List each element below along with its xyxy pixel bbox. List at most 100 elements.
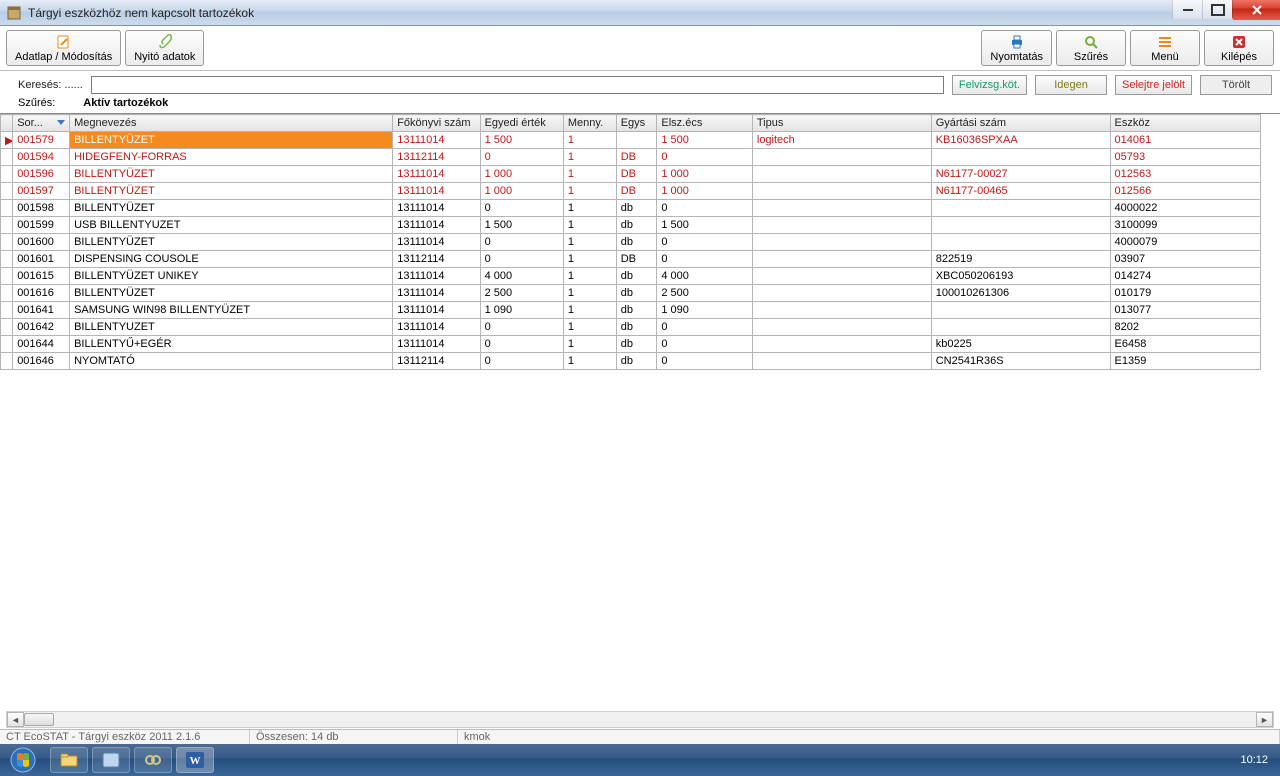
- table-row[interactable]: 001641SAMSUNG WIN98 BILLENTYÜZET13111014…: [1, 302, 1261, 319]
- cell[interactable]: db: [616, 319, 657, 336]
- cell[interactable]: CN2541R36S: [931, 353, 1110, 370]
- cell[interactable]: logitech: [752, 132, 931, 149]
- cell[interactable]: 0: [480, 234, 563, 251]
- cell[interactable]: 13111014: [393, 132, 480, 149]
- cell[interactable]: SAMSUNG WIN98 BILLENTYÜZET: [70, 302, 393, 319]
- cell[interactable]: [1, 149, 13, 166]
- nyito-adatok-button[interactable]: Nyitó adatok: [125, 30, 204, 66]
- cell[interactable]: 4000079: [1110, 234, 1260, 251]
- cell[interactable]: db: [616, 217, 657, 234]
- legend-felvizsg-button[interactable]: Felvizsg.köt.: [952, 75, 1027, 95]
- cell[interactable]: 001596: [13, 166, 70, 183]
- scroll-left-button[interactable]: ◄: [7, 712, 24, 727]
- cell[interactable]: [1, 302, 13, 319]
- table-row[interactable]: 001596BILLENTYÜZET131110141 0001DB1 000N…: [1, 166, 1261, 183]
- taskbar-item-app1[interactable]: [92, 747, 130, 773]
- cell[interactable]: 1 000: [657, 183, 753, 200]
- cell[interactable]: 001579: [13, 132, 70, 149]
- cell[interactable]: [752, 268, 931, 285]
- cell[interactable]: 0: [657, 251, 753, 268]
- cell[interactable]: 03907: [1110, 251, 1260, 268]
- cell[interactable]: BILLENTYÜZET: [70, 132, 393, 149]
- cell[interactable]: 0: [657, 149, 753, 166]
- cell[interactable]: [1, 183, 13, 200]
- taskbar-item-explorer[interactable]: [50, 747, 88, 773]
- system-tray[interactable]: 10:12: [1240, 754, 1276, 766]
- window-minimize-button[interactable]: [1172, 0, 1202, 20]
- cell[interactable]: 13111014: [393, 302, 480, 319]
- cell[interactable]: XBC050206193: [931, 268, 1110, 285]
- cell[interactable]: BILLENTYÜZET UNIKEY: [70, 268, 393, 285]
- col-gyartasi[interactable]: Gyártási szám: [931, 115, 1110, 132]
- cell[interactable]: 014274: [1110, 268, 1260, 285]
- cell[interactable]: [931, 302, 1110, 319]
- cell[interactable]: DB: [616, 251, 657, 268]
- cell[interactable]: db: [616, 336, 657, 353]
- cell[interactable]: 001615: [13, 268, 70, 285]
- cell[interactable]: 13111014: [393, 268, 480, 285]
- cell[interactable]: 1 090: [657, 302, 753, 319]
- cell[interactable]: 1: [563, 200, 616, 217]
- cell[interactable]: 0: [480, 336, 563, 353]
- cell[interactable]: 13111014: [393, 336, 480, 353]
- cell[interactable]: 1 090: [480, 302, 563, 319]
- legend-selejtre-button[interactable]: Selejtre jelölt: [1115, 75, 1192, 95]
- cell[interactable]: [1, 285, 13, 302]
- col-fokonyvi[interactable]: Főkönyvi szám: [393, 115, 480, 132]
- col-menny[interactable]: Menny.: [563, 115, 616, 132]
- cell[interactable]: [1, 353, 13, 370]
- cell[interactable]: 1: [563, 149, 616, 166]
- legend-idegen-button[interactable]: Idegen: [1035, 75, 1107, 95]
- cell[interactable]: [752, 285, 931, 302]
- cell[interactable]: 1 500: [480, 217, 563, 234]
- cell[interactable]: 4000022: [1110, 200, 1260, 217]
- cell[interactable]: 0: [657, 200, 753, 217]
- cell[interactable]: 13111014: [393, 234, 480, 251]
- cell[interactable]: 1: [563, 251, 616, 268]
- cell[interactable]: 13111014: [393, 200, 480, 217]
- cell[interactable]: [1, 200, 13, 217]
- cell[interactable]: 100010261306: [931, 285, 1110, 302]
- col-megnevezes[interactable]: Megnevezés: [70, 115, 393, 132]
- cell[interactable]: 014061: [1110, 132, 1260, 149]
- cell[interactable]: 0: [480, 149, 563, 166]
- cell[interactable]: USB BILLENTYUZET: [70, 217, 393, 234]
- cell[interactable]: BILLENTYÜZET: [70, 183, 393, 200]
- cell[interactable]: BILLENTYUZET: [70, 319, 393, 336]
- cell[interactable]: 2 500: [480, 285, 563, 302]
- cell[interactable]: 0: [657, 353, 753, 370]
- col-sor[interactable]: Sor...: [13, 115, 70, 132]
- cell[interactable]: 1: [563, 234, 616, 251]
- scroll-right-button[interactable]: ►: [1256, 712, 1273, 727]
- table-row[interactable]: ▶001579BILLENTYÜZET131110141 50011 500lo…: [1, 132, 1261, 149]
- cell[interactable]: 1 500: [657, 132, 753, 149]
- cell[interactable]: 1: [563, 166, 616, 183]
- horizontal-scrollbar[interactable]: ◄ ►: [6, 711, 1274, 728]
- cell[interactable]: 1 500: [480, 132, 563, 149]
- cell[interactable]: 1 500: [657, 217, 753, 234]
- cell[interactable]: 001646: [13, 353, 70, 370]
- cell[interactable]: [752, 149, 931, 166]
- cell[interactable]: db: [616, 268, 657, 285]
- cell[interactable]: [752, 353, 931, 370]
- cell[interactable]: [752, 200, 931, 217]
- cell[interactable]: 05793: [1110, 149, 1260, 166]
- cell[interactable]: 001641: [13, 302, 70, 319]
- cell[interactable]: 13112114: [393, 353, 480, 370]
- cell[interactable]: N61177-00465: [931, 183, 1110, 200]
- cell[interactable]: [752, 302, 931, 319]
- cell[interactable]: DB: [616, 183, 657, 200]
- table-row[interactable]: 001646NYOMTATÓ1311211401db0CN2541R36SE13…: [1, 353, 1261, 370]
- cell[interactable]: 012563: [1110, 166, 1260, 183]
- cell[interactable]: 1 000: [480, 183, 563, 200]
- nyomtatas-button[interactable]: Nyomtatás: [981, 30, 1052, 66]
- cell[interactable]: [752, 251, 931, 268]
- cell[interactable]: 13111014: [393, 285, 480, 302]
- cell[interactable]: 013077: [1110, 302, 1260, 319]
- cell[interactable]: [752, 336, 931, 353]
- cell[interactable]: 3100099: [1110, 217, 1260, 234]
- cell[interactable]: HIDEGFENY-FORRAS: [70, 149, 393, 166]
- cell[interactable]: [616, 132, 657, 149]
- cell[interactable]: 822519: [931, 251, 1110, 268]
- cell[interactable]: [931, 200, 1110, 217]
